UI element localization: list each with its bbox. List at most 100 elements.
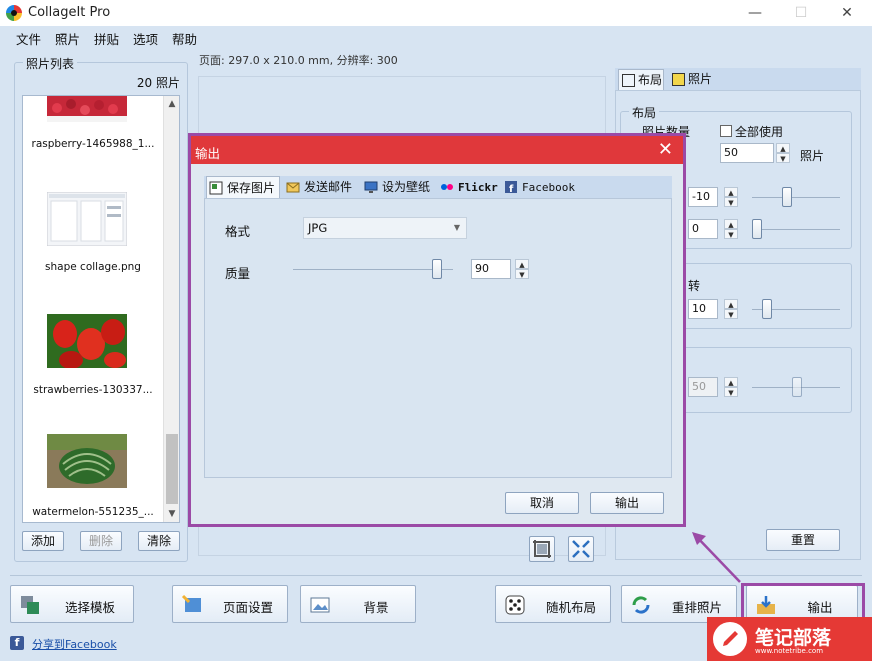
- menu-photo[interactable]: 照片: [55, 29, 80, 48]
- random-layout-button[interactable]: 随机布局: [495, 585, 611, 623]
- shadow-stepper[interactable]: ▲ ▼: [724, 377, 738, 397]
- menu-collage[interactable]: 拼贴: [94, 29, 119, 48]
- rotate-partial-label: 转: [688, 279, 701, 293]
- tab-send-email[interactable]: 发送邮件: [284, 176, 356, 198]
- crop-button[interactable]: [529, 536, 555, 562]
- page-setup-icon: [181, 594, 201, 612]
- background-icon: [310, 597, 330, 613]
- spacing-stepper[interactable]: ▲ ▼: [724, 187, 738, 207]
- tab-save-image[interactable]: 保存图片: [206, 176, 280, 198]
- menu-options[interactable]: 选项: [133, 29, 158, 48]
- delete-photo-button[interactable]: 删除: [80, 531, 122, 551]
- dialog-output-button[interactable]: 输出: [590, 492, 664, 514]
- tab-layout[interactable]: 布局: [618, 69, 664, 90]
- tab-set-wallpaper[interactable]: 设为壁纸: [362, 176, 434, 198]
- rotate-slider-knob[interactable]: [762, 299, 772, 319]
- scroll-up-icon[interactable]: ▲: [164, 96, 179, 112]
- title-bar: CollageIt Pro — ☐ ✕: [0, 0, 872, 26]
- app-icon: [6, 5, 22, 21]
- quality-label: 质量: [225, 266, 251, 281]
- dialog-close-icon[interactable]: ✕: [658, 139, 673, 160]
- format-value: JPG: [308, 221, 328, 235]
- menu-help[interactable]: 帮助: [172, 29, 197, 48]
- spacing-input[interactable]: -10: [688, 187, 718, 207]
- watermark-url: www.notetribe.com: [755, 647, 824, 655]
- watermark-text: 笔记部落: [755, 627, 832, 649]
- tab-flickr[interactable]: Flickr: [438, 176, 498, 198]
- photo-tab-icon: [672, 73, 685, 86]
- facebook-tab-icon: f: [505, 181, 517, 194]
- crop-icon: [533, 540, 551, 558]
- dialog-title: 输出: [195, 146, 221, 161]
- rotate-stepper[interactable]: ▲ ▼: [724, 299, 738, 319]
- photo-label: shape collage.png: [45, 261, 141, 273]
- tab-flickr-label: Flickr: [458, 181, 498, 194]
- photo-list-scrollbar[interactable]: ▲ ▼: [163, 96, 179, 522]
- rotate-input[interactable]: 10: [688, 299, 718, 319]
- maximize-button[interactable]: ☐: [778, 0, 824, 26]
- margin-slider-track[interactable]: [752, 229, 840, 230]
- photo-unit-label: 照片: [800, 149, 825, 163]
- page-setup-label: 页面设置: [222, 600, 273, 615]
- shadow-input[interactable]: 50: [688, 377, 718, 397]
- annotation-arrow-icon: [692, 532, 741, 583]
- photo-count-input[interactable]: 50: [720, 143, 774, 163]
- minimize-button[interactable]: —: [732, 0, 778, 26]
- clear-photos-button[interactable]: 清除: [138, 531, 180, 551]
- margin-input[interactable]: 0: [688, 219, 718, 239]
- chevron-down-icon: ▼: [453, 223, 460, 232]
- tab-facebook[interactable]: f Facebook: [502, 176, 578, 198]
- layout-icon: [622, 74, 635, 87]
- photo-count: 20 照片: [136, 76, 180, 90]
- use-all-checkbox[interactable]: [720, 125, 732, 137]
- photo-count-stepper[interactable]: ▲ ▼: [776, 143, 790, 163]
- photo-label: watermelon-551235_...: [32, 506, 154, 518]
- close-button[interactable]: ✕: [824, 0, 870, 26]
- app-title: CollageIt Pro: [28, 5, 111, 20]
- monitor-icon: [364, 181, 378, 193]
- share-facebook-link[interactable]: 分享到Facebook: [32, 636, 117, 652]
- photo-list[interactable]: raspberry-1465988_1... shape collage.png…: [22, 95, 180, 523]
- spacing-slider-track[interactable]: [752, 197, 840, 198]
- choose-template-label: 选择模板: [64, 600, 115, 615]
- dialog-title-bar: 输出 ✕: [191, 136, 683, 164]
- spacing-slider-knob[interactable]: [782, 187, 792, 207]
- choose-template-button[interactable]: 选择模板: [10, 585, 134, 623]
- raspberry-photo-icon: [47, 96, 127, 122]
- page-setup-button[interactable]: 页面设置: [172, 585, 288, 623]
- expand-arrows-icon: [572, 540, 590, 558]
- save-image-icon: [209, 181, 223, 195]
- menu-file[interactable]: 文件: [16, 29, 41, 48]
- background-label: 背景: [363, 600, 389, 615]
- background-button[interactable]: 背景: [300, 585, 416, 623]
- shuffle-icon: [632, 596, 650, 614]
- shadow-slider-knob[interactable]: [792, 377, 802, 397]
- dialog-body: 格式 JPG ▼ 质量 90 ▲ ▼: [204, 198, 672, 478]
- fit-button[interactable]: [568, 536, 594, 562]
- add-photo-button[interactable]: 添加: [22, 531, 64, 551]
- photo-list-title: 照片列表: [23, 55, 78, 72]
- watermark-pen-icon: [713, 622, 747, 656]
- tab-photo[interactable]: 照片: [669, 69, 719, 90]
- format-select[interactable]: JPG ▼: [303, 217, 467, 239]
- margin-stepper[interactable]: ▲ ▼: [724, 219, 738, 239]
- strawberry-photo-icon: [47, 314, 127, 368]
- dialog-tabs: 保存图片 发送邮件 设为壁纸 Flickr f Facebook: [204, 176, 672, 198]
- quality-slider-knob[interactable]: [432, 259, 442, 279]
- flickr-icon: [441, 184, 453, 190]
- scroll-down-icon[interactable]: ▼: [164, 506, 179, 522]
- tab-facebook-label: Facebook: [522, 181, 575, 194]
- tab-send-email-label: 发送邮件: [304, 180, 353, 194]
- quality-slider-track[interactable]: [293, 269, 453, 270]
- quality-stepper[interactable]: ▲ ▼: [515, 259, 529, 279]
- scroll-thumb[interactable]: [166, 434, 178, 504]
- svg-text:f: f: [509, 184, 514, 194]
- reset-button[interactable]: 重置: [766, 529, 840, 551]
- right-tabs: 布局 照片: [615, 68, 861, 90]
- email-icon: [286, 182, 300, 193]
- margin-slider-knob[interactable]: [752, 219, 762, 239]
- menu-bar: 文件 照片 拼贴 选项 帮助: [0, 26, 872, 48]
- quality-input[interactable]: 90: [471, 259, 511, 279]
- watermark-logo: 笔记部落 www.notetribe.com: [707, 617, 872, 661]
- cancel-button[interactable]: 取消: [505, 492, 579, 514]
